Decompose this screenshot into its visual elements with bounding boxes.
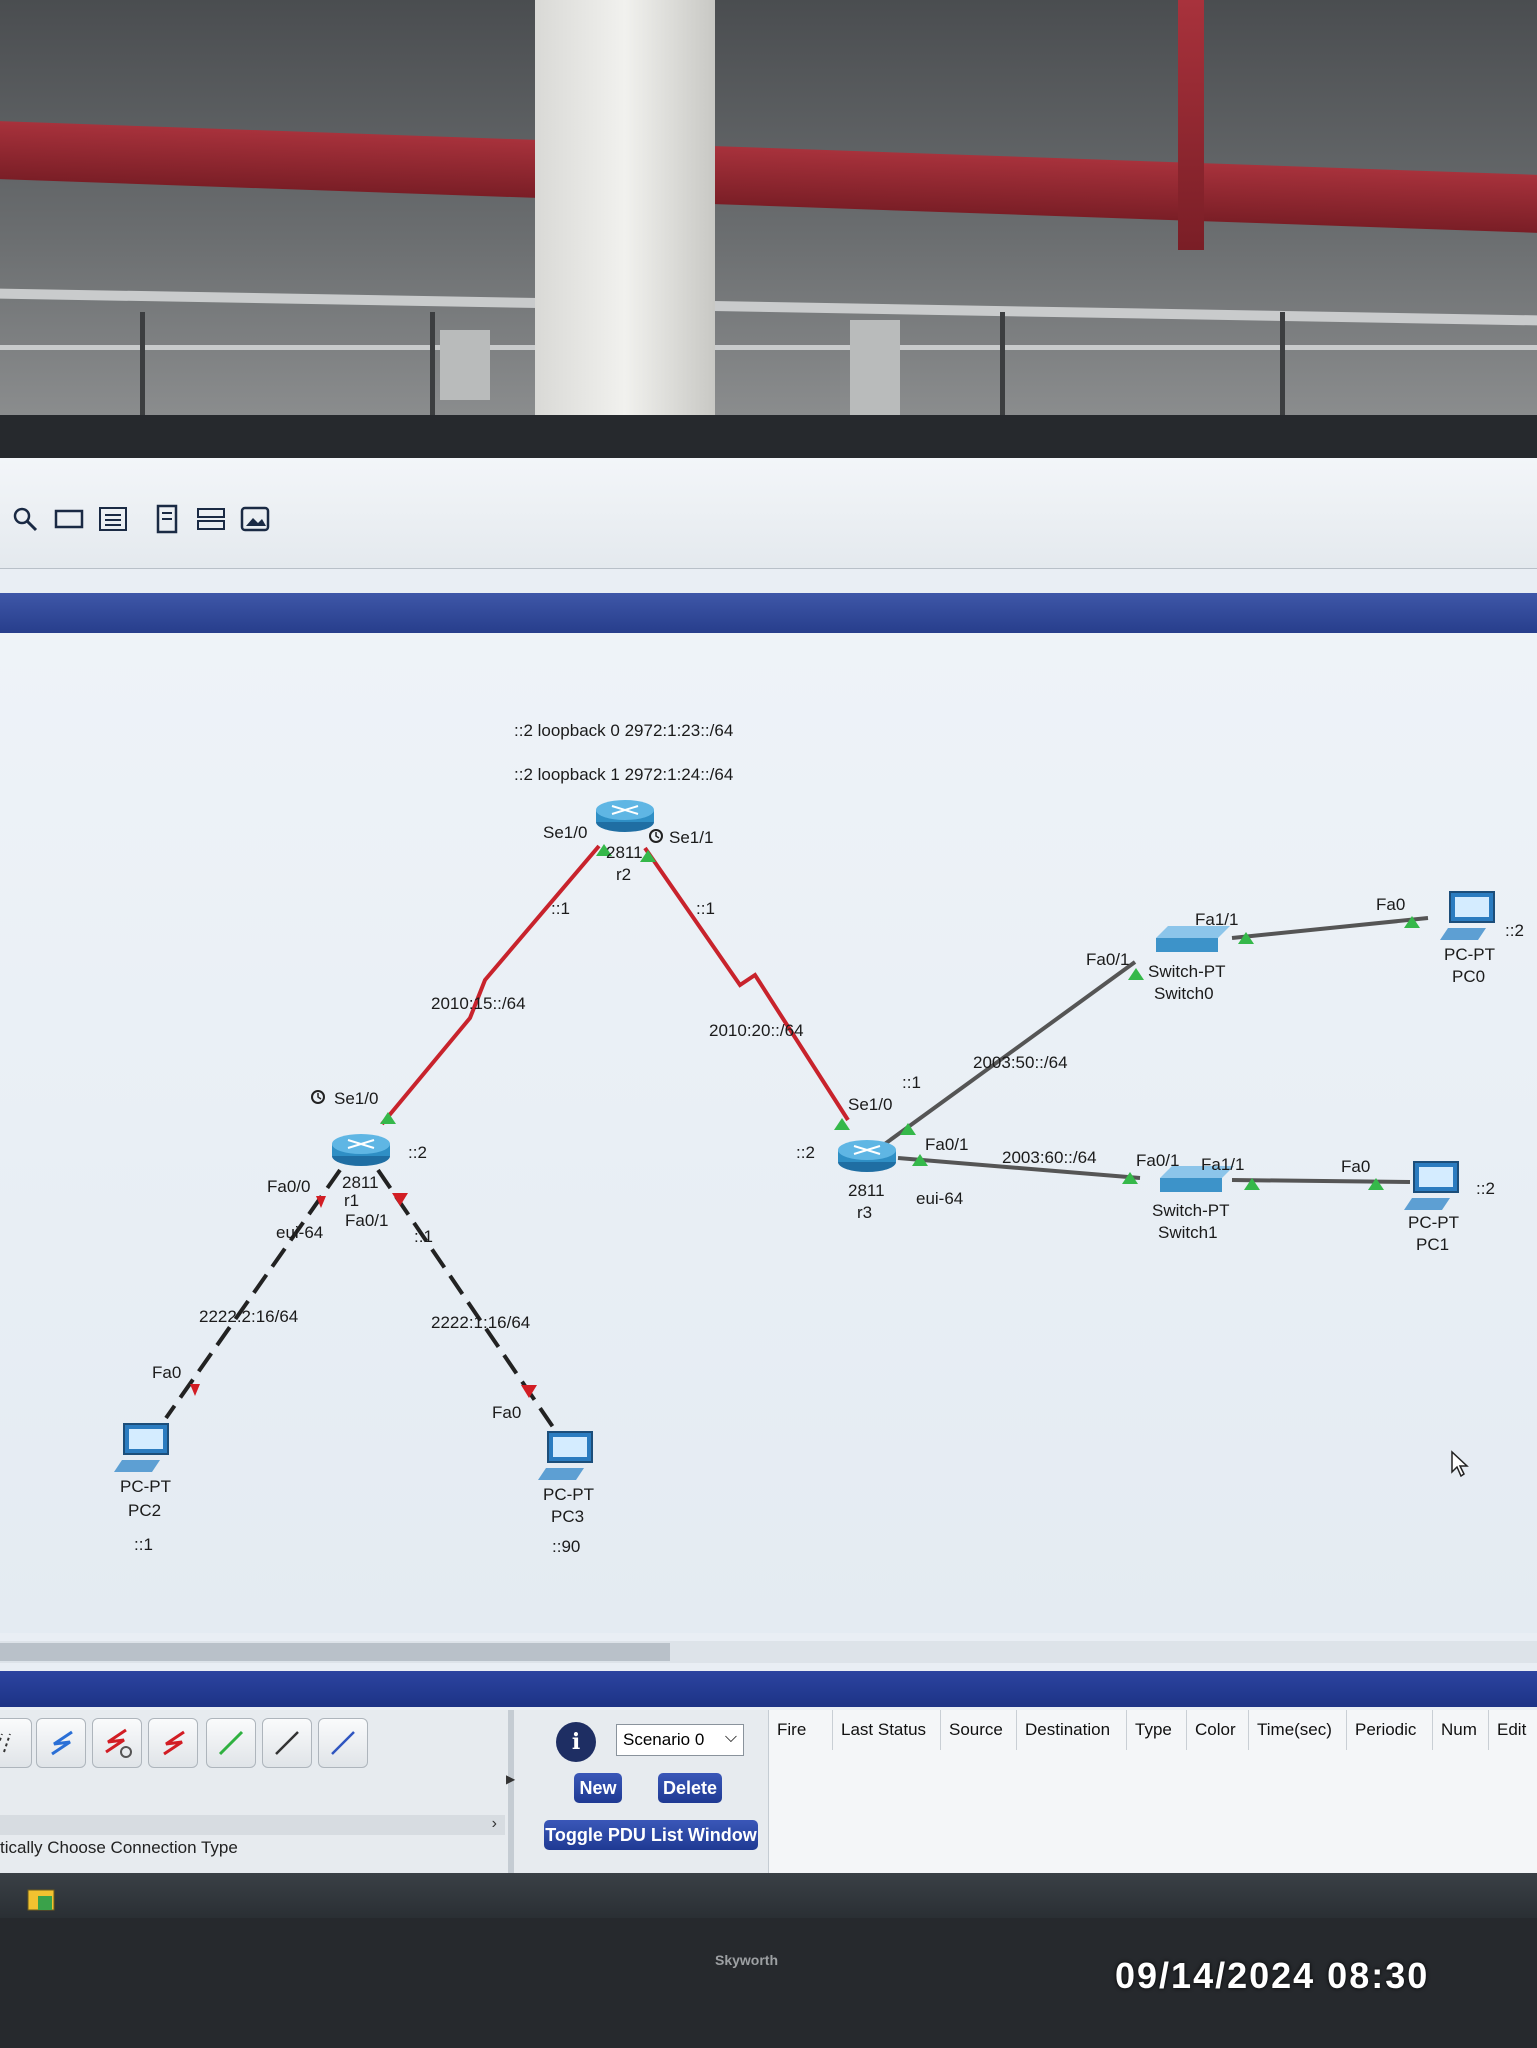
railing — [0, 288, 1537, 326]
panel-separator: ▶ — [506, 1710, 515, 1873]
copper-straight-tool[interactable] — [262, 1718, 312, 1768]
document-icon[interactable] — [152, 504, 182, 534]
taskbar — [0, 1873, 1537, 1918]
red-pipe-vertical — [1178, 0, 1204, 250]
ceiling-background — [0, 0, 1537, 430]
delete-scenario-button[interactable]: Delete — [658, 1773, 722, 1803]
coaxial-tool[interactable] — [206, 1718, 256, 1768]
column-header[interactable]: Source — [941, 1710, 1017, 1750]
zoom-icon[interactable] — [10, 504, 40, 534]
scenario-controls: i Scenario 0 ⌵ New Delete Toggle PDU Lis… — [520, 1710, 765, 1873]
railing-post — [1000, 312, 1005, 422]
console-cable-tool[interactable] — [36, 1718, 86, 1768]
column-header[interactable]: Last Status — [833, 1710, 941, 1750]
column-header[interactable]: Destination — [1017, 1710, 1127, 1750]
octal-cable-tool[interactable] — [0, 1718, 32, 1768]
packet-tracer-window: › tically Choose Connection Type ▶ i Sce… — [0, 458, 1537, 1873]
horizontal-scrollbar[interactable] — [0, 1641, 1537, 1663]
expand-arrow-icon[interactable]: ▶ — [506, 1772, 515, 1786]
column-header[interactable]: Num — [1433, 1710, 1489, 1750]
workspace-title-bar — [0, 593, 1537, 633]
scenario-value: Scenario 0 — [623, 1730, 705, 1749]
rectangle-icon[interactable] — [54, 504, 84, 534]
distant-window — [440, 330, 490, 400]
serial-dce-tool[interactable] — [92, 1718, 142, 1768]
column-header[interactable]: Color — [1187, 1710, 1249, 1750]
red-pipe — [0, 121, 1537, 233]
concrete-pillar — [535, 0, 715, 430]
logical-workspace[interactable] — [0, 633, 1537, 1633]
column-header[interactable]: Periodic — [1347, 1710, 1433, 1750]
serial-dte-tool[interactable] — [148, 1718, 198, 1768]
photo-datestamp: 09/14/2024 08:30 — [1115, 1955, 1430, 1996]
connection-scrollbar[interactable]: › — [0, 1815, 505, 1835]
railing-post — [430, 312, 435, 422]
toolbar — [0, 458, 1537, 569]
column-header[interactable]: Time(sec) — [1249, 1710, 1347, 1750]
notes-icon[interactable] — [98, 504, 128, 534]
railing-post — [140, 312, 145, 422]
server-stack-icon[interactable] — [196, 504, 226, 534]
phone-cable-tool[interactable] — [318, 1718, 368, 1768]
column-header[interactable]: Fire — [769, 1710, 833, 1750]
info-icon[interactable]: i — [556, 1722, 596, 1762]
scrollbar-thumb[interactable] — [0, 1643, 670, 1661]
panel-divider-bar — [0, 1671, 1537, 1707]
chevron-down-icon: ⌵ — [724, 1729, 737, 1746]
packet-tracer-taskbar-icon[interactable] — [22, 1886, 62, 1914]
tv-brand-logo: Skyworth — [715, 1952, 779, 1968]
bottom-panel: › tically Choose Connection Type ▶ i Sce… — [0, 1710, 1537, 1873]
railing — [0, 345, 1537, 350]
toggle-pdu-list-button[interactable]: Toggle PDU List Window — [544, 1820, 758, 1850]
distant-window — [850, 320, 900, 430]
image-icon[interactable] — [240, 504, 270, 534]
scroll-right-icon[interactable]: › — [492, 1815, 497, 1833]
scenario-select[interactable]: Scenario 0 ⌵ — [616, 1724, 744, 1756]
column-header[interactable]: Type — [1127, 1710, 1187, 1750]
railing-post — [1280, 312, 1285, 422]
connection-type-status: tically Choose Connection Type — [0, 1838, 238, 1857]
column-header[interactable]: Edit — [1489, 1710, 1537, 1750]
pdu-list-table: Fire Last Status Source Destination Type… — [768, 1710, 1537, 1873]
new-scenario-button[interactable]: New — [574, 1773, 622, 1803]
